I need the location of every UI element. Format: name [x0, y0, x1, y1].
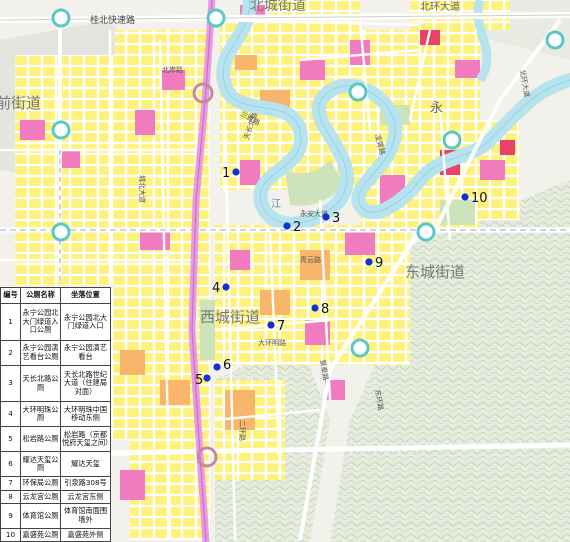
- station-icon: [206, 8, 226, 28]
- toilet-marker-label: 3: [332, 211, 340, 226]
- legend-cell-name: 永宁公园演艺看台公厕: [20, 339, 61, 366]
- legend-cell-name: 大环明珠公厕: [20, 401, 61, 428]
- legend-cell-location: 云龙宫东侧: [60, 489, 111, 504]
- label-left-district: 前街道: [0, 94, 41, 112]
- header-number: 编号: [0, 287, 21, 304]
- legend-row: 9 体育馆公厕 体育馆南面围墙外: [0, 502, 111, 529]
- label-road-west-vertical: 城北大道: [138, 175, 147, 203]
- legend-body: 1 永宁公园北大门绿道入口公厕 永宁公园北大门绿道入口 2 永宁公园演艺看台公厕 永宁公园…: [0, 303, 111, 542]
- toilet-marker-dot[interactable]: [365, 258, 373, 266]
- station-icon: [416, 222, 436, 242]
- toilet-marker-label: 8: [321, 302, 329, 317]
- header-name: 公厕名称: [20, 287, 61, 304]
- legend-row: 10 嘉盛苑公厕 嘉盛苑外侧: [0, 527, 111, 542]
- legend-row: 2 永宁公园演艺看台公厕 永宁公园演艺看台: [0, 339, 111, 366]
- legend-cell-number: 4: [0, 401, 21, 428]
- legend-cell-name: 永宁公园北大门绿道入口公厕: [20, 303, 61, 341]
- toilet-marker-label: 2: [293, 220, 301, 235]
- legend-cell-number: 10: [0, 527, 21, 542]
- legend-cell-name: 天长北路公厕: [20, 364, 61, 403]
- legend-cell-name: 体育馆公厕: [20, 502, 61, 529]
- legend-cell-number: 5: [0, 426, 21, 453]
- legend-cell-location: 耀达天玺: [60, 451, 111, 478]
- legend-cell-number: 9: [0, 502, 21, 529]
- legend-cell-name: 云龙宫公厕: [20, 489, 61, 504]
- toilet-marker-dot[interactable]: [232, 168, 240, 176]
- station-icon: [442, 130, 462, 150]
- station-icon: [51, 222, 71, 242]
- label-yong: 永: [430, 101, 443, 116]
- label-river: 江: [271, 198, 281, 210]
- label-top-road: 桂北快速路: [90, 14, 135, 26]
- legend-cell-number: 2: [0, 339, 21, 366]
- label-road-west-h: 北岸路: [162, 65, 183, 74]
- toilet-marker-dot[interactable]: [322, 213, 330, 221]
- legend-row: 6 耀达天玺公厕 耀达天玺: [0, 451, 111, 478]
- legend-cell-location: 天长北路世纪大道（住建局对面）: [60, 364, 111, 403]
- legend-row: 5 松岩路公厕 松岩路（京都悦府天玺之间）: [0, 426, 111, 453]
- label-west-district: 西城街道: [200, 308, 260, 326]
- station-icon: [51, 8, 71, 28]
- label-road-dahuan: 大环明路: [258, 338, 286, 347]
- legend-cell-number: 7: [0, 476, 21, 491]
- toilet-marker-dot[interactable]: [213, 363, 221, 371]
- toilet-marker-dot[interactable]: [311, 304, 319, 312]
- legend-cell-location: 体育馆南面围墙外: [60, 502, 111, 529]
- legend-cell-location: 引泉路308号: [60, 476, 111, 491]
- legend-row: 1 永宁公园北大门绿道入口公厕 永宁公园北大门绿道入口: [0, 303, 111, 341]
- station-icon: [348, 82, 368, 102]
- station-icon: [350, 338, 370, 358]
- label-east-district: 东城街道: [405, 263, 465, 281]
- toilet-marker-dot[interactable]: [283, 222, 291, 230]
- legend-cell-name: 环保局公厕: [20, 476, 61, 491]
- toilet-marker-dot[interactable]: [203, 374, 211, 382]
- legend-header-row: 编号 公厕名称 坐落位置: [0, 287, 111, 304]
- legend-cell-location: 永宁公园演艺看台: [60, 339, 111, 366]
- legend-cell-location: 永宁公园北大门绿道入口: [60, 303, 111, 341]
- toilet-marker-label: 6: [223, 358, 231, 373]
- toilet-marker-label: 9: [375, 256, 383, 271]
- legend-cell-name: 松岩路公厕: [20, 426, 61, 453]
- label-north-district: 北城街道: [250, 0, 306, 14]
- toilet-marker-label: 5: [195, 373, 203, 388]
- legend-cell-name: 耀达天玺公厕: [20, 451, 61, 478]
- legend-cell-number: 6: [0, 451, 21, 478]
- toilet-marker-dot[interactable]: [267, 321, 275, 329]
- label-ne-road: 北环大道: [420, 0, 460, 13]
- label-road-qingyun: 青云路: [300, 255, 321, 264]
- toilet-marker-label: 4: [212, 281, 220, 296]
- station-icon: [545, 30, 565, 50]
- label-road-south: 二环路: [238, 420, 247, 441]
- toilet-legend-table: 编号 公厕名称 坐落位置 1 永宁公园北大门绿道入口公厕 永宁公园北大门绿道入口 2 永…: [0, 287, 111, 542]
- legend-cell-location: 大环明珠中国移动东侧: [60, 401, 111, 428]
- toilet-marker-label: 1: [222, 166, 230, 181]
- legend-cell-number: 1: [0, 303, 21, 341]
- map-view[interactable]: 桂北快速路 北城街道 北环大道 前街道 永 西城街道 东城街道 江 北岸路 天长…: [0, 0, 570, 542]
- header-location: 坐落位置: [60, 287, 111, 304]
- legend-row: 7 环保局公厕 引泉路308号: [0, 476, 111, 491]
- station-icon: [51, 120, 71, 140]
- legend-row: 4 大环明珠公厕 大环明珠中国移动东侧: [0, 401, 111, 428]
- legend-cell-number: 3: [0, 364, 21, 403]
- legend-cell-name: 嘉盛苑公厕: [20, 527, 61, 542]
- toilet-marker-label: 10: [471, 191, 488, 206]
- legend-cell-location: 嘉盛苑外侧: [60, 527, 111, 542]
- toilet-marker-dot[interactable]: [461, 193, 469, 201]
- legend-row: 8 云龙宫公厕 云龙宫东侧: [0, 489, 111, 504]
- toilet-marker-label: 7: [277, 319, 285, 334]
- legend-cell-number: 8: [0, 489, 21, 504]
- toilet-marker-dot[interactable]: [222, 283, 230, 291]
- legend-row: 3 天长北路公厕 天长北路世纪大道（住建局对面）: [0, 364, 111, 403]
- legend-cell-location: 松岩路（京都悦府天玺之间）: [60, 426, 111, 453]
